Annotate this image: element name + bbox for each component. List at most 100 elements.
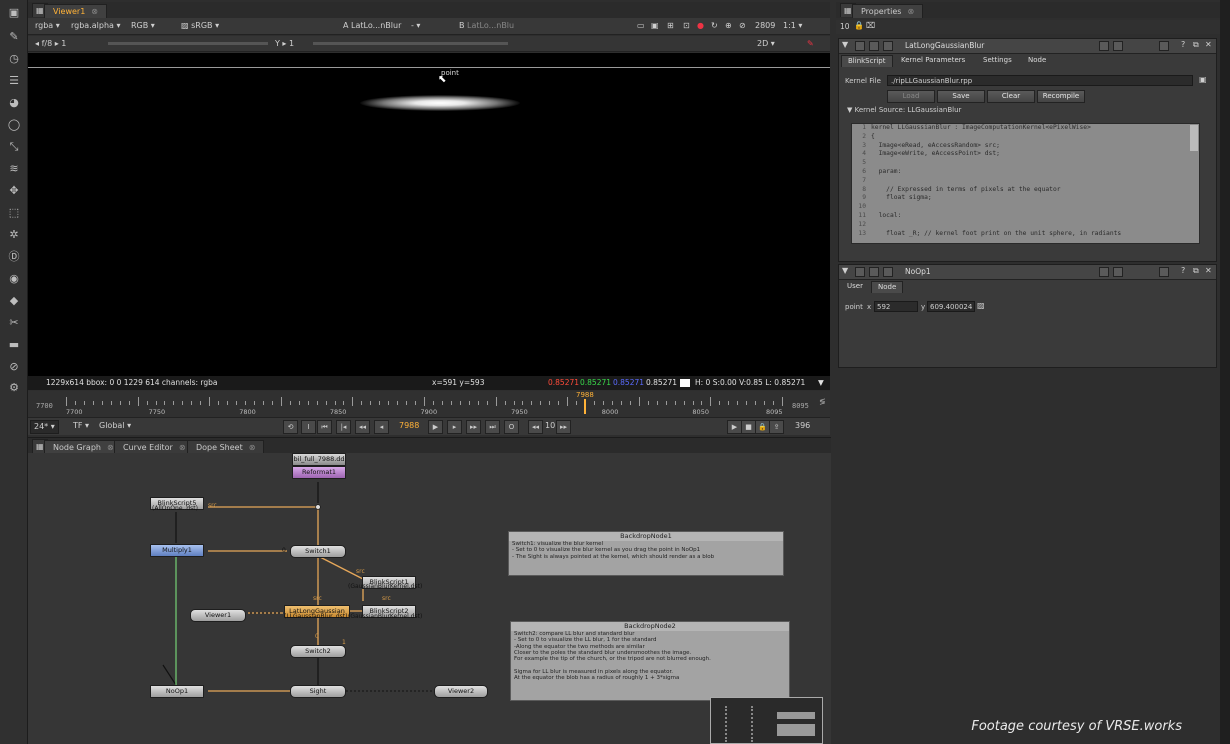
timeline-end[interactable]: 8095: [792, 402, 809, 410]
tab-kernel-parameters[interactable]: Kernel Parameters: [895, 55, 971, 66]
color-icon[interactable]: ◕: [7, 96, 21, 110]
clip-icon[interactable]: ⊕: [722, 20, 735, 32]
point-x-input[interactable]: 592: [874, 301, 918, 312]
switch1-node[interactable]: Switch1: [290, 545, 346, 558]
merge-icon[interactable]: ≋: [7, 162, 21, 176]
node-graph-canvas[interactable]: bil_full_7988.dd Reformat1 BlinkScript5 …: [28, 453, 831, 744]
views-icon[interactable]: ◉: [7, 272, 21, 286]
play-icon[interactable]: ▶: [428, 420, 443, 434]
channel-select[interactable]: rgba.alpha ▾: [68, 20, 124, 32]
next-frame-icon[interactable]: ▸: [447, 420, 462, 434]
display-select[interactable]: RGB ▾: [128, 20, 158, 32]
collapse-icon[interactable]: ▼: [842, 266, 848, 275]
undo-icon[interactable]: [1099, 267, 1109, 277]
lock-icon[interactable]: 🔒: [854, 21, 864, 30]
deep-icon[interactable]: Ⓓ: [7, 250, 21, 264]
pick-icon[interactable]: ✎: [804, 38, 817, 50]
redo-icon[interactable]: [1113, 41, 1123, 51]
graph-minimap[interactable]: [710, 697, 823, 744]
max-panels-field[interactable]: 10: [840, 22, 850, 31]
scope-select[interactable]: Global ▾: [96, 420, 134, 432]
filter-icon[interactable]: ◯: [7, 118, 21, 132]
close-icon[interactable]: ⊗: [91, 7, 98, 16]
backdrop-node-2[interactable]: BackdropNode2 Switch2: compare LL blur a…: [510, 621, 790, 701]
end-frame-field[interactable]: 396: [792, 420, 813, 432]
flipbook-icon[interactable]: ▶: [727, 420, 742, 434]
kernel-source-toggle[interactable]: ▼ Kernel Source: LLGaussianBlur: [847, 106, 961, 114]
overlay-icon[interactable]: ▣: [648, 20, 662, 32]
timeline-start[interactable]: 7700: [36, 402, 53, 410]
help-icon[interactable]: ?: [1181, 40, 1185, 49]
undo-icon[interactable]: [1099, 41, 1109, 51]
collapse-icon[interactable]: ▼: [842, 40, 848, 49]
export-icon[interactable]: ⇪: [769, 420, 784, 434]
tab-curve-editor[interactable]: Curve Editor ⊗: [114, 440, 195, 454]
zoom-select[interactable]: 1:1 ▾: [780, 20, 805, 32]
noop-node[interactable]: NoOp1: [150, 685, 204, 698]
tab-dope-sheet[interactable]: Dope Sheet ⊗: [187, 440, 265, 454]
timeline-menu-icon[interactable]: ≶: [819, 397, 826, 406]
input-a-select[interactable]: A LatLo...nBlur: [340, 20, 404, 32]
recompile-button[interactable]: Recompile: [1037, 90, 1085, 103]
3d-icon[interactable]: ⬚: [7, 206, 21, 220]
tab-settings[interactable]: Settings: [977, 55, 1018, 66]
furnace-icon[interactable]: ⊘: [7, 360, 21, 374]
point-y-input[interactable]: 609.400024: [927, 301, 975, 312]
loop-icon[interactable]: ⟲: [283, 420, 298, 434]
transform-icon[interactable]: ✥: [7, 184, 21, 198]
tab-properties[interactable]: Properties ⊗: [852, 4, 924, 18]
point-picker-icon[interactable]: ▨: [977, 301, 985, 310]
sight-node[interactable]: Sight: [290, 685, 346, 698]
code-scrollbar[interactable]: [1190, 125, 1198, 151]
node-name-field[interactable]: NoOp1: [905, 265, 931, 279]
refresh-icon[interactable]: ↻: [708, 20, 721, 32]
timeline-ruler[interactable]: [66, 397, 783, 407]
float-icon[interactable]: [855, 41, 865, 51]
out-point-icon[interactable]: O: [504, 420, 519, 434]
cache-lock-icon[interactable]: 🔒: [755, 420, 770, 434]
viewer-link-icon[interactable]: [883, 41, 893, 51]
read-node[interactable]: bil_full_7988.dd: [292, 453, 346, 466]
input-b-select[interactable]: B LatLo...nBlu: [456, 20, 517, 32]
float-panel-icon[interactable]: ⧉: [1193, 40, 1199, 50]
current-frame-field[interactable]: 7988: [396, 420, 422, 432]
close-icon[interactable]: ⊗: [179, 443, 186, 452]
file-browse-icon[interactable]: ▣: [1199, 75, 1207, 84]
clear-button[interactable]: Clear: [987, 90, 1035, 103]
fps-select[interactable]: 24* ▾: [30, 420, 59, 434]
close-icon[interactable]: ✕: [1205, 40, 1212, 49]
keyer-icon[interactable]: ⤡: [7, 140, 21, 154]
switch2-node[interactable]: Switch2: [290, 645, 346, 658]
gamma-slider[interactable]: [313, 42, 508, 45]
viewer1-node[interactable]: Viewer1: [190, 609, 246, 622]
draw-icon[interactable]: ✎: [7, 30, 21, 44]
prev-frame-icon[interactable]: ◂: [374, 420, 389, 434]
kernel-source-editor[interactable]: 1 kernel LLGaussianBlur : ImageComputatio…: [851, 123, 1200, 244]
skip-back-icon[interactable]: ◂◂: [528, 420, 543, 434]
close-icon[interactable]: ⊗: [907, 7, 914, 16]
last-frame-icon[interactable]: ⏭: [485, 420, 500, 434]
gain-slider[interactable]: [108, 42, 268, 45]
close-icon[interactable]: ⊗: [249, 443, 256, 452]
float-icon[interactable]: [855, 267, 865, 277]
lock-icon[interactable]: ⊘: [736, 20, 749, 32]
in-point-icon[interactable]: I: [301, 420, 316, 434]
wipe-op-select[interactable]: - ▾: [408, 20, 423, 32]
view-mode-select[interactable]: 2D ▾: [754, 38, 778, 50]
gamma-control[interactable]: Y ▸ 1: [272, 38, 297, 50]
tab-user[interactable]: User: [841, 281, 869, 292]
pause-icon[interactable]: ●: [694, 20, 707, 32]
node-color-icon[interactable]: [869, 267, 879, 277]
fstop-control[interactable]: ◂ f/8 ▸ 1: [32, 38, 69, 50]
kernel-file-input[interactable]: ./ripLLGaussianBlur.rpp: [887, 75, 1193, 86]
multiply-node[interactable]: Multiply1: [150, 544, 204, 557]
tab-blinkscript[interactable]: BlinkScript: [841, 55, 893, 67]
tab-node[interactable]: Node: [871, 281, 904, 293]
tab-node-graph[interactable]: Node Graph ⊗: [44, 440, 123, 454]
render-icon[interactable]: ■: [741, 420, 756, 434]
revert-icon[interactable]: [1159, 41, 1169, 51]
float-panel-icon[interactable]: ⧉: [1193, 266, 1199, 276]
toolsets-icon[interactable]: ✂: [7, 316, 21, 330]
timeline[interactable]: 7700 8095 7750 7800 7850 7900 7950 8000 8050 77…: [28, 391, 830, 417]
revert-icon[interactable]: [1159, 267, 1169, 277]
